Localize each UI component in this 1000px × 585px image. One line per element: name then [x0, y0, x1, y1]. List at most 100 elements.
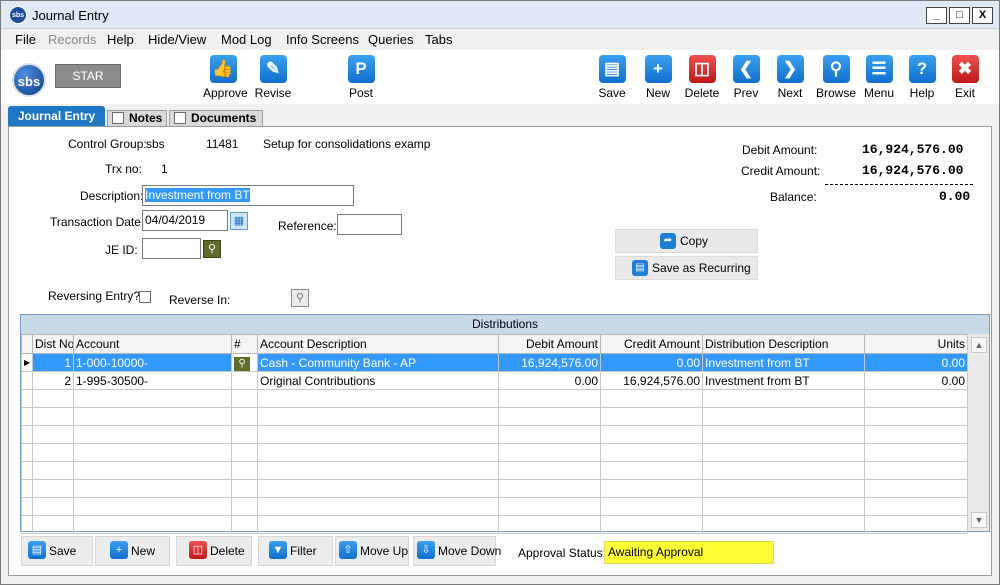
transaction-date-input[interactable]: 04/04/2019 [142, 210, 228, 231]
prev-button[interactable]: ❮ Prev [726, 55, 766, 101]
cell-credit-amount[interactable]: 16,924,576.00 [600, 371, 703, 390]
cell-dist-no[interactable]: 2 [32, 371, 74, 390]
menu-hide-view[interactable]: Hide/View [148, 32, 206, 47]
tab-documents[interactable]: Documents [169, 110, 263, 127]
save-label: Save [598, 86, 626, 100]
cell-distribution-description[interactable]: Investment from BT [702, 371, 865, 390]
cell-debit-amount[interactable]: 16,924,576.00 [498, 353, 601, 372]
title-bar: sbs Journal Entry _ □ X [1, 1, 999, 29]
cell-account-description[interactable]: Original Contributions [257, 371, 499, 390]
cell-credit-amount[interactable]: 0.00 [600, 353, 703, 372]
tab-documents-label: Documents [191, 111, 257, 125]
cell-debit-amount[interactable]: 0.00 [498, 371, 601, 390]
grid-save-button[interactable]: ▤ Save [21, 536, 93, 566]
save-as-recurring-button[interactable]: ▤ Save as Recurring [615, 256, 758, 280]
documents-checkbox [174, 111, 186, 124]
empty-row[interactable] [21, 479, 968, 498]
col-distribution-description[interactable]: Distribution Description [702, 334, 865, 354]
post-button[interactable]: P Post [341, 55, 381, 101]
reference-input[interactable] [337, 214, 402, 235]
grid-new-button[interactable]: + New [95, 536, 170, 566]
menu-info-screens[interactable]: Info Screens [286, 32, 359, 47]
menu-button[interactable]: ☰ Menu [859, 55, 899, 101]
menu-list-icon: ☰ [865, 55, 893, 83]
table-header-row: Dist No Account # Account Description De… [21, 334, 968, 354]
save-toolbar-button[interactable]: ▤ Save [592, 55, 632, 101]
calendar-icon[interactable]: ▦ [230, 212, 248, 230]
copy-button[interactable]: ➦ Copy [615, 229, 758, 253]
revise-button[interactable]: ✎ Revise [253, 55, 293, 101]
new-toolbar-button[interactable]: + New [638, 55, 678, 101]
cell-account[interactable]: 1-000-10000- [73, 353, 232, 372]
edit-icon: ✎ [259, 55, 287, 83]
trash-icon: ◫ [688, 55, 716, 83]
reverse-in-lookup-icon[interactable]: ⚲ [291, 289, 309, 307]
notes-checkbox [112, 111, 124, 124]
account-lookup-icon[interactable]: ⚲ [231, 353, 258, 372]
tab-notes[interactable]: Notes [107, 110, 167, 127]
tab-journal-entry[interactable]: Journal Entry [8, 106, 105, 126]
empty-row[interactable] [21, 515, 968, 534]
empty-row[interactable] [21, 443, 968, 462]
cell-account[interactable]: 1-995-30500- [73, 371, 232, 390]
scroll-down-icon[interactable]: ▼ [971, 512, 987, 528]
empty-row[interactable] [21, 389, 968, 408]
floppy-icon: ▤ [598, 55, 626, 83]
col-account-description[interactable]: Account Description [257, 334, 499, 354]
cell-dist-no[interactable]: 1 [32, 353, 74, 372]
row-indicator [21, 371, 33, 390]
next-button[interactable]: ❯ Next [770, 55, 810, 101]
sbs-logo: sbs [12, 63, 46, 97]
col-credit-amount[interactable]: Credit Amount [600, 334, 703, 354]
menu-tabs[interactable]: Tabs [425, 32, 452, 47]
delete-toolbar-button[interactable]: ◫ Delete [682, 55, 722, 101]
recurring-save-icon: ▤ [632, 259, 648, 276]
grid-delete-button[interactable]: ◫ Delete [176, 536, 252, 566]
description-input[interactable]: Investment from BT [142, 185, 354, 206]
scroll-up-icon[interactable]: ▲ [971, 337, 987, 353]
move-up-button[interactable]: ⇧ Move Up [335, 536, 409, 566]
grid-scrollbar[interactable]: ▲ ▼ [967, 334, 989, 531]
col-account[interactable]: Account [73, 334, 232, 354]
col-dist-no[interactable]: Dist No [32, 334, 74, 354]
grid-delete-label: Delete [210, 544, 245, 558]
col-hash[interactable]: # [231, 334, 258, 354]
menu-help[interactable]: Help [107, 32, 134, 47]
question-icon: ? [908, 55, 936, 83]
table-row[interactable]: ▶ 1 1-000-10000- ⚲ Cash - Community Bank… [21, 353, 968, 372]
je-id-lookup-icon[interactable]: ⚲ [203, 240, 221, 258]
empty-row[interactable] [21, 461, 968, 480]
exit-button[interactable]: ✖ Exit [945, 55, 985, 101]
table-row[interactable]: 2 1-995-30500- Original Contributions 0.… [21, 371, 968, 390]
help-button[interactable]: ? Help [902, 55, 942, 101]
menu-records[interactable]: Records [48, 32, 96, 47]
cell-account-description[interactable]: Cash - Community Bank - AP [257, 353, 499, 372]
approve-button[interactable]: 👍 Approve [203, 55, 248, 101]
empty-row[interactable] [21, 497, 968, 516]
post-icon: P [347, 55, 375, 83]
je-id-input[interactable] [142, 238, 201, 259]
approval-status-field: Awaiting Approval [604, 541, 774, 564]
menu-file[interactable]: File [15, 32, 36, 47]
cell-units[interactable]: 0.00 [864, 371, 968, 390]
maximize-button[interactable]: □ [949, 7, 970, 24]
browse-button[interactable]: ⚲ Browse [816, 55, 856, 101]
cell-distribution-description[interactable]: Investment from BT [702, 353, 865, 372]
col-units[interactable]: Units [864, 334, 968, 354]
close-window-button[interactable]: X [972, 7, 993, 24]
exit-label: Exit [954, 86, 975, 100]
minimize-button[interactable]: _ [926, 7, 947, 24]
distributions-caption: Distributions [21, 315, 989, 334]
reversing-entry-checkbox[interactable] [139, 291, 151, 303]
menu-queries[interactable]: Queries [368, 32, 414, 47]
menu-mod-log[interactable]: Mod Log [221, 32, 272, 47]
move-down-button[interactable]: ⇩ Move Down [413, 536, 501, 566]
grid-filter-button[interactable]: ▼ Filter [258, 536, 333, 566]
cell-units[interactable]: 0.00 [864, 353, 968, 372]
col-debit-amount[interactable]: Debit Amount [498, 334, 601, 354]
grid-filter-label: Filter [290, 544, 317, 558]
cell-hash[interactable] [231, 371, 258, 390]
journal-entry-panel: Control Group: sbs 11481 Setup for conso… [8, 126, 992, 576]
empty-row[interactable] [21, 407, 968, 426]
empty-row[interactable] [21, 425, 968, 444]
